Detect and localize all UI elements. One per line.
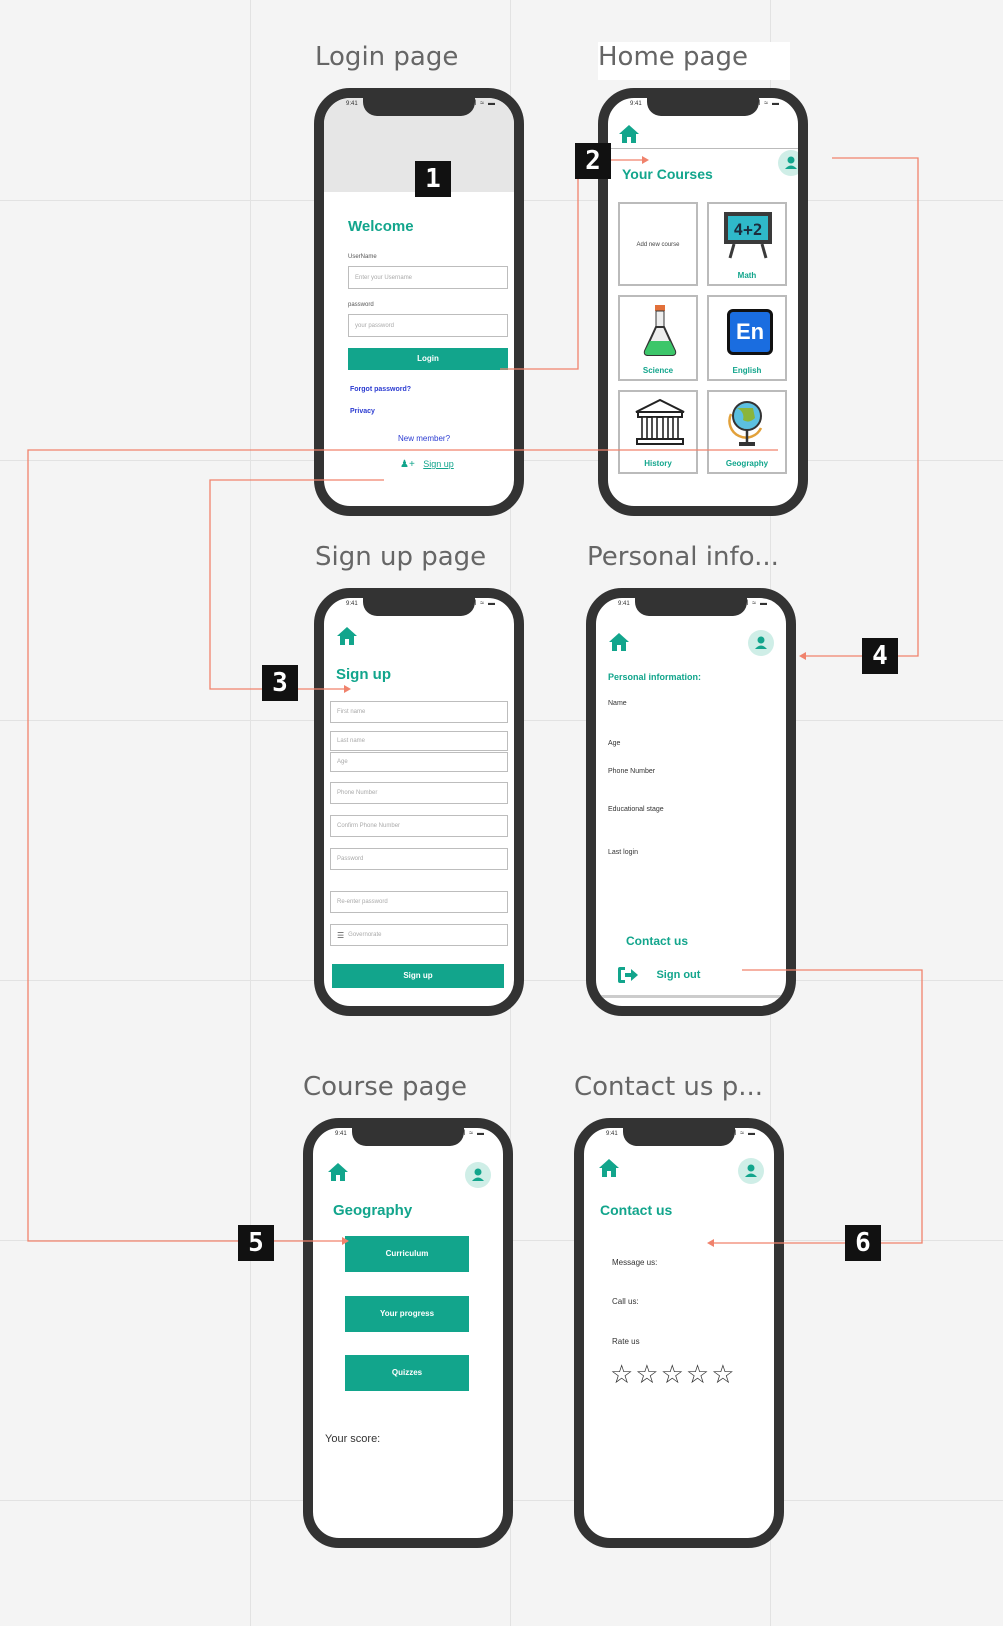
connector-home-course [27,449,778,1242]
connector-home-personal [806,157,919,657]
flow-connectors [27,156,923,1247]
connector-personal-contact [714,969,923,1244]
step-badge-4: 4 [862,638,898,674]
step-badge-5: 5 [238,1225,274,1261]
step-badge-2: 2 [575,143,611,179]
connector-login-signup [209,479,384,690]
step-badge-1: 1 [415,161,451,197]
step-badge-6: 6 [845,1225,881,1261]
connector-login-home [500,159,642,370]
step-badge-3: 3 [262,665,298,701]
